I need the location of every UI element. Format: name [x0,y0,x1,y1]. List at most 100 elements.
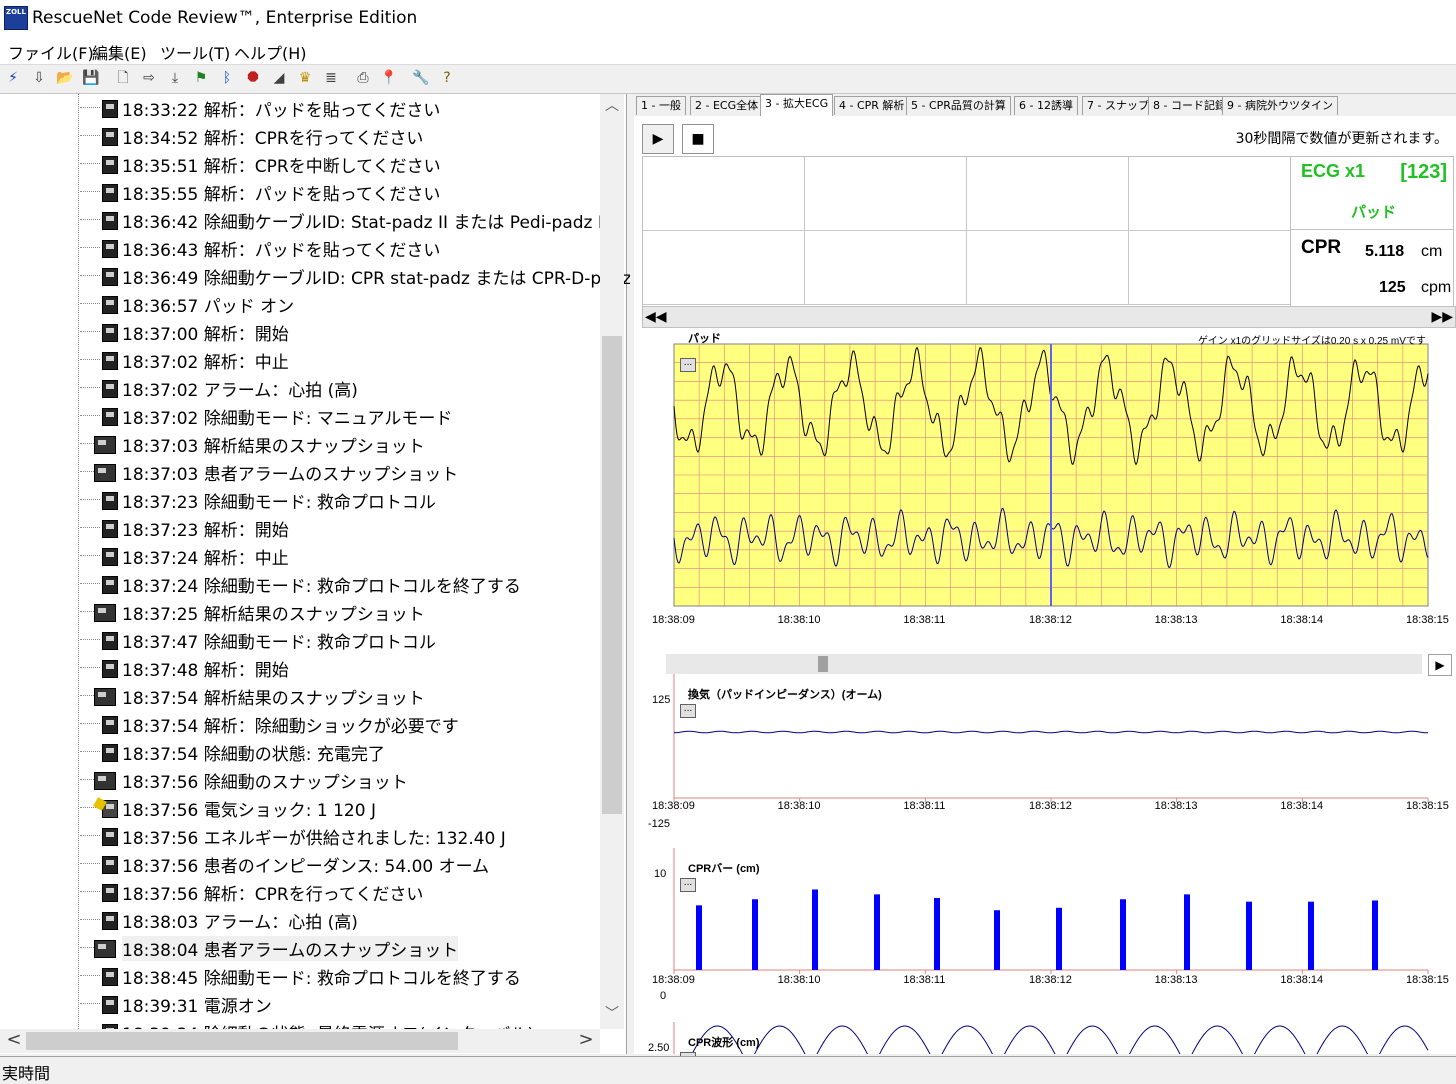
event-row[interactable]: 18:36:49 除細動ケーブルID: CPR stat-padz または CP… [80,262,631,290]
scroll-left-icon[interactable]: < [2,1029,26,1053]
event-row[interactable]: 18:38:45 除細動モード: 救命プロトコルを終了する [80,962,600,990]
tree-branch [80,1003,100,1004]
event-row[interactable]: 18:37:23 解析：開始 [80,514,600,542]
bluetooth-icon[interactable]: ᛒ [218,69,236,87]
play-button[interactable]: ▶ [642,124,674,154]
event-text: 18:37:54 解析結果のスナップショット [122,689,425,709]
cpr-bar-options-button[interactable]: ... [680,878,696,892]
stop-button[interactable]: ■ [682,124,714,154]
hscroll-thumb[interactable] [26,1032,458,1050]
event-row[interactable]: 18:37:00 解析：開始 [80,318,600,346]
event-row[interactable]: 18:37:54 解析結果のスナップショット [80,682,600,710]
monitor-icon [102,912,118,930]
event-row[interactable]: 18:34:52 解析：CPRを行ってください [80,122,600,150]
event-row[interactable]: 18:37:25 解析結果のスナップショット [80,598,600,626]
event-row[interactable]: 18:37:54 解析：除細動ショックが必要です [80,710,600,738]
tab-2[interactable]: 2 - ECG全体 [690,96,764,115]
tree-branch [80,387,100,388]
event-row[interactable]: 18:38:04 患者アラームのスナップショット [80,934,600,962]
pin-icon[interactable]: 📍 [380,69,398,87]
event-row[interactable]: 18:38:03 アラーム：心拍 (高) [80,906,600,934]
monitor-icon [102,156,118,174]
tools-icon[interactable]: 🔧 [412,69,430,87]
disk-stack-icon[interactable]: ≣ [322,69,340,87]
ecg-scroll-thumb[interactable] [818,656,828,672]
menu-edit[interactable]: 編集(E) [92,40,147,64]
event-row[interactable]: 18:36:43 解析：パッドを貼ってください [80,234,600,262]
import-icon[interactable]: ⇩ [30,69,48,87]
event-row[interactable]: 18:35:51 解析：CPRを中断してください [80,150,600,178]
event-row[interactable]: 18:37:56 エネルギーが供給されました: 132.40 J [80,822,600,850]
monitor-icon [102,128,118,146]
cpr-bar [874,894,880,970]
event-row[interactable]: 18:37:24 解析：中止 [80,542,600,570]
open-folder-icon[interactable]: 📂 [56,69,74,87]
tab-9[interactable]: 9 - 病院外ウツタイン [1222,96,1338,115]
event-row[interactable]: 18:37:47 除細動モード: 救命プロトコル [80,626,600,654]
eraser-icon[interactable]: ◢ [270,69,288,87]
event-row[interactable]: 18:37:56 患者のインピーダンス: 54.00 オーム [80,850,600,878]
event-text: 18:37:56 解析：CPRを行ってください [122,885,424,905]
event-row[interactable]: 18:36:57 パッド オン [80,290,600,318]
menu-tools[interactable]: ツール(T) [160,40,230,64]
tab-1[interactable]: 1 - 一般 [636,96,686,115]
ecg-scrollbar[interactable]: ▶ [666,654,1452,676]
flag-icon[interactable]: ⚑ [192,69,210,87]
event-row[interactable]: 18:37:56 解析：CPRを行ってください [80,878,600,906]
ecg-options-button[interactable]: ... [680,358,696,372]
trophy-icon[interactable]: ♛ [296,69,314,87]
event-row[interactable]: 18:36:42 除細動ケーブルID: Stat-padz II または Ped… [80,206,608,234]
event-row[interactable]: 18:33:22 解析：パッドを貼ってください [80,94,600,122]
tree-branch [80,835,100,836]
export-icon[interactable]: ⇨ [140,69,158,87]
impedance-options-button[interactable]: ... [680,704,696,718]
event-row[interactable]: 18:39:31 電源オン [80,990,600,1018]
event-row[interactable]: 18:37:24 除細動モード: 救命プロトコルを終了する [80,570,600,598]
ecg-scroll-right-icon[interactable]: ▶ [1428,654,1452,676]
lightning-icon[interactable]: ⚡ [4,69,22,87]
tab-6[interactable]: 6 - 12誘導 [1014,96,1078,115]
event-row[interactable]: 18:37:02 アラーム：心拍 (高) [80,374,600,402]
cpr-depth-value: 5.118 [1365,243,1405,260]
fast-forward-icon[interactable]: ▶▶ [1431,307,1453,327]
cpr-bar-time-tick: 18:38:13 [1154,974,1198,986]
help-icon[interactable]: ? [438,69,456,87]
camera-icon [94,688,116,706]
impedance-time-tick: 18:38:13 [1154,800,1198,812]
impedance-time-tick: 18:38:14 [1280,800,1324,812]
menu-bar: ファイル(F) 編集(E) ツール(T) ヘルプ(H) [0,36,1456,64]
scroll-down-icon[interactable]: ﹀ [600,1002,624,1026]
event-row[interactable]: 18:37:02 解析：中止 [80,346,600,374]
cpr-bar [1120,899,1126,970]
new-doc-icon[interactable]: 🗋 [114,69,132,87]
event-row[interactable]: 18:37:56 電気ショック: 1 120 J [80,794,600,822]
event-row[interactable]: 18:35:55 解析：パッドを貼ってください [80,178,600,206]
timeline-nav-bar: ◀◀ ▶▶ [642,306,1456,328]
scroll-up-icon[interactable]: ︿ [600,94,624,118]
menu-help[interactable]: ヘルプ(H) [234,40,307,64]
print-icon[interactable]: ⎙ [354,69,372,87]
tab-8[interactable]: 8 - コード記録 [1148,96,1231,115]
event-row[interactable]: 18:37:54 除細動の状態: 充電完了 [80,738,600,766]
download-icon[interactable]: ⤓ [166,69,184,87]
event-row[interactable]: 18:37:03 解析結果のスナップショット [80,430,600,458]
event-row[interactable]: 18:37:03 患者アラームのスナップショット [80,458,600,486]
stop-sign-icon[interactable]: ⯃ [244,69,262,87]
menu-file[interactable]: ファイル(F) [8,40,94,64]
tab-3[interactable]: 3 - 拡大ECG [760,94,834,117]
event-row[interactable]: 18:37:48 解析：開始 [80,654,600,682]
event-row[interactable]: 18:37:56 除細動のスナップショット [80,766,600,794]
event-row[interactable]: 18:37:02 除細動モード: マニュアルモード [80,402,600,430]
horizontal-scrollbar[interactable]: < > [0,1029,600,1053]
event-text: 18:37:48 解析：開始 [122,661,289,681]
event-row[interactable]: 18:37:23 除細動モード: 救命プロトコル [80,486,600,514]
scroll-thumb[interactable] [602,336,622,814]
tab-5[interactable]: 5 - CPR品質の計算 [906,96,1011,115]
cpr-bar-time-tick: 18:38:14 [1280,974,1324,986]
rewind-icon[interactable]: ◀◀ [645,307,667,327]
vertical-scrollbar[interactable]: ︿ ﹀ [600,94,624,1029]
scroll-right-icon[interactable]: > [574,1029,598,1053]
impedance-time-tick: 18:38:09 [652,800,695,812]
tab-4[interactable]: 4 - CPR 解析 [834,96,910,115]
save-icon[interactable]: 💾 [82,69,100,87]
